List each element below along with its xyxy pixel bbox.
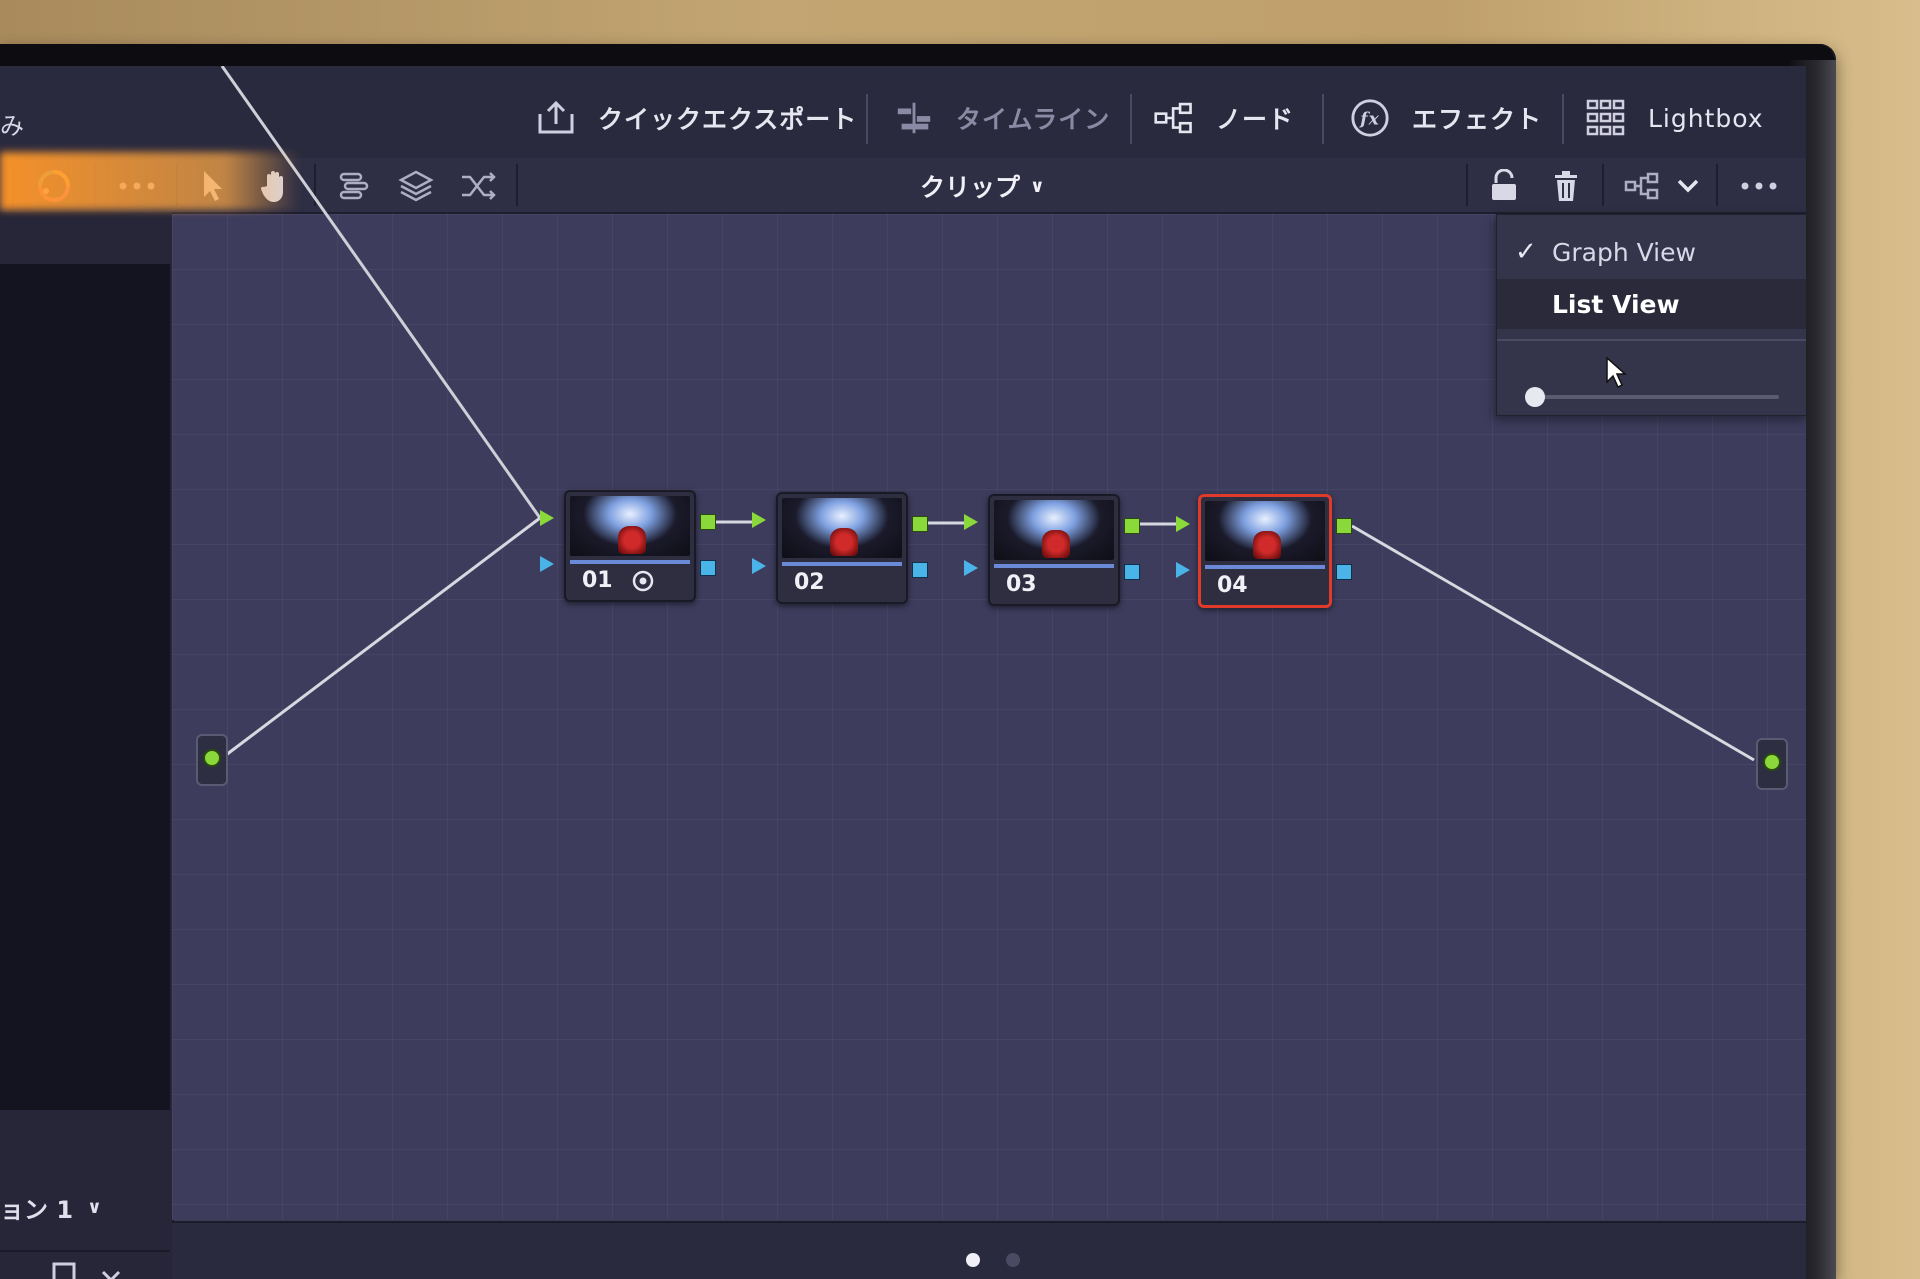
node-03[interactable]: 03 [988,494,1120,606]
node-key-output[interactable] [1124,564,1140,580]
node-label: 04 [1217,573,1248,598]
node-rgb-output[interactable] [1336,518,1352,534]
checkmark-icon: ✓ [1515,237,1537,267]
node-key-input[interactable] [752,558,766,574]
node-key-input[interactable] [540,556,554,572]
node-key-input[interactable] [964,560,978,576]
output-port[interactable] [1763,753,1781,771]
node-02[interactable]: 02 [776,492,908,604]
node-thumbnail [994,500,1114,560]
input-port[interactable] [203,749,221,767]
node-view-menu: ✓ Graph View List View [1496,214,1806,416]
menu-item-graph-view[interactable]: ✓ Graph View [1497,227,1806,277]
node-key-output[interactable] [1336,564,1352,580]
zoom-slider-handle[interactable] [1525,387,1545,407]
node-rgb-input[interactable] [1176,516,1190,532]
source-input-node[interactable] [196,734,228,786]
node-key-output[interactable] [912,562,928,578]
menu-item-label: Graph View [1552,237,1696,267]
node-rgb-output[interactable] [912,516,928,532]
menu-item-label: List View [1552,289,1680,319]
node-04[interactable]: 04 [1198,494,1332,608]
node-thumbnail [782,498,902,558]
node-rgb-input[interactable] [964,514,978,530]
node-bar [994,564,1114,568]
node-rgb-output[interactable] [1124,518,1140,534]
node-bar [782,562,902,566]
node-label: 01 [582,568,613,593]
node-01[interactable]: 01 [564,490,696,602]
mouse-cursor-icon [1604,356,1630,390]
status-bar [172,1221,1806,1279]
node-bar [570,560,690,564]
node-bar [1205,565,1325,569]
menu-divider [1497,339,1806,341]
page-dot-active[interactable] [966,1253,980,1267]
screen-glare [0,152,300,210]
resolve-screen: み クイックエクスポート タイムライン ノード fx エフェクト Lightbo… [0,66,1806,1279]
node-thumbnail [1205,501,1325,561]
node-label: 02 [794,570,825,595]
menu-item-list-view[interactable]: List View [1497,279,1806,329]
output-node[interactable] [1756,738,1788,790]
zoom-slider-track[interactable] [1537,395,1779,399]
target-icon [632,570,654,592]
page-dot[interactable] [1006,1253,1020,1267]
node-thumbnail [570,496,690,556]
node-rgb-input[interactable] [540,510,554,526]
node-rgb-input[interactable] [752,512,766,528]
node-rgb-output[interactable] [700,514,716,530]
node-label: 03 [1006,572,1037,597]
node-key-input[interactable] [1176,562,1190,578]
node-key-output[interactable] [700,560,716,576]
